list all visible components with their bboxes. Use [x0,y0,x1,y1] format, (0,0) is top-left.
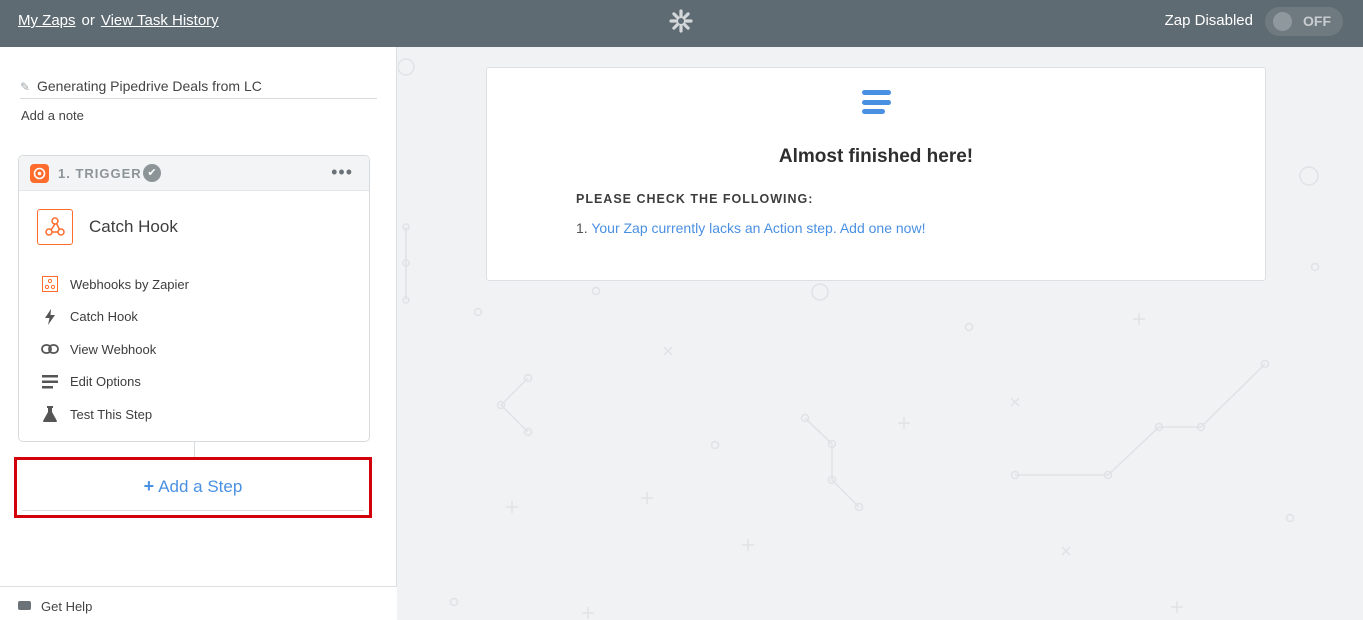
plus-icon: + [143,476,155,496]
sidebar: ✎ Generating Pipedrive Deals from LC Add … [0,47,397,620]
menu-item-test-step[interactable]: Test This Step [41,398,351,431]
add-step-label: Add a Step [158,476,243,496]
trigger-app-title: Catch Hook [89,217,178,236]
bolt-icon [41,308,59,326]
toggle-label: OFF [1303,13,1331,29]
zap-toggle[interactable]: OFF [1265,7,1343,36]
zapier-logo-icon[interactable] [669,9,693,33]
menu-item-view-webhook[interactable]: View Webhook [41,333,351,366]
menu-item-app[interactable]: Webhooks by Zapier [41,268,351,301]
menu-item-label: Test This Step [70,406,153,422]
trigger-menu: Webhooks by Zapier Catch Hook View Webho… [41,268,351,431]
top-bar: My Zaps or View Task History Zap Disabled … [0,0,1363,47]
lines-icon [41,373,59,391]
nav-separator: or [81,12,95,29]
chat-icon [18,601,31,610]
trigger-header[interactable]: 1. TRIGGER ✔ ••• [19,156,369,191]
zap-name-text: Generating Pipedrive Deals from LC [37,78,262,94]
check-icon: ✔ [143,164,161,182]
flask-icon [41,405,59,423]
add-action-link[interactable]: Your Zap currently lacks an Action step.… [591,220,925,236]
trigger-label: 1. TRIGGER [58,166,142,181]
menu-item-label: Catch Hook [70,309,138,325]
top-nav: My Zaps or View Task History [18,12,219,29]
pencil-icon: ✎ [20,80,31,94]
add-step-inner: + Add a Step [22,463,364,511]
zap-name-field[interactable]: ✎ Generating Pipedrive Deals from LC [20,78,377,99]
get-help-label: Get Help [41,599,93,614]
webhook-app-icon [37,209,73,245]
my-zaps-link[interactable]: My Zaps [18,12,76,29]
almost-finished-panel: Almost finished here! PLEASE CHECK THE F… [486,67,1266,281]
trigger-card: 1. TRIGGER ✔ ••• Catch Hook Webhooks by … [18,155,370,442]
panel-title: Almost finished here! [778,146,974,167]
checklist-item-number: 1. [576,220,588,236]
menu-item-edit-options[interactable]: Edit Options [41,366,351,399]
menu-item-label: Webhooks by Zapier [70,276,189,292]
zap-status-text: Zap Disabled [1164,12,1253,29]
panel-subtitle: PLEASE CHECK THE FOLLOWING: [576,192,814,206]
add-note-link[interactable]: Add a note [21,108,84,123]
menu-item-label: View Webhook [70,341,157,357]
menu-item-event[interactable]: Catch Hook [41,301,351,334]
webhook-icon [41,275,59,293]
get-help-bar[interactable]: Get Help [0,586,397,620]
link-icon [41,340,59,358]
add-step-button[interactable]: + Add a Step [14,457,372,518]
task-history-link[interactable]: View Task History [101,12,219,29]
more-options-icon[interactable]: ••• [331,162,353,183]
checklist-item: 1. Your Zap currently lacks an Action st… [576,220,925,236]
toggle-knob [1273,12,1292,31]
summary-lines-icon [862,90,891,118]
trigger-app-icon [30,164,49,183]
menu-item-label: Edit Options [70,374,141,390]
